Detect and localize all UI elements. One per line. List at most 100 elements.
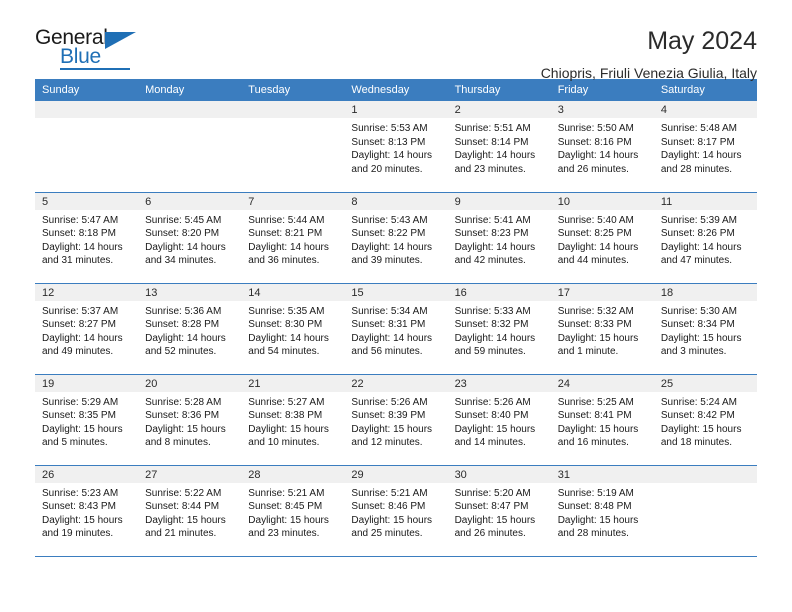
calendar-day-cell[interactable]: 16 Sunrise: 5:33 AM Sunset: 8:32 PM Dayligh…: [447, 283, 551, 375]
sunrise-time: Sunrise: 5:29 AM: [42, 396, 119, 408]
calendar-table: Sunday Monday Tuesday Wednesday Thursday…: [35, 79, 757, 557]
calendar-day-cell[interactable]: 29 Sunrise: 5:21 AM Sunset: 8:46 PM Dayligh…: [344, 465, 448, 557]
day-cell-inner: 22 Sunrise: 5:26 AM Sunset: 8:39 PM Dayligh…: [344, 374, 448, 465]
calendar-day-cell[interactable]: 9 Sunrise: 5:41 AM Sunset: 8:23 PM Daylight…: [447, 192, 551, 284]
day-cell-inner: 31 Sunrise: 5:19 AM Sunset: 8:48 PM Dayligh…: [550, 465, 654, 556]
day-number: 16: [447, 283, 551, 301]
calendar-day-cell[interactable]: 27 Sunrise: 5:22 AM Sunset: 8:44 PM Dayligh…: [138, 465, 242, 557]
day-info: Sunrise: 5:47 AM Sunset: 8:18 PM Daylight:…: [35, 210, 138, 268]
calendar-day-cell[interactable]: 7 Sunrise: 5:44 AM Sunset: 8:21 PM Daylight…: [241, 192, 345, 284]
day-number: [35, 101, 139, 118]
sunset-time: Sunset: 8:17 PM: [660, 136, 735, 148]
sunset-time: Sunset: 8:39 PM: [351, 410, 426, 422]
calendar-day-cell[interactable]: 20 Sunrise: 5:28 AM Sunset: 8:36 PM Dayligh…: [138, 374, 242, 466]
day-number: 27: [138, 465, 242, 483]
sunset-time: Sunset: 8:21 PM: [248, 228, 323, 240]
day-cell-inner: 14 Sunrise: 5:35 AM Sunset: 8:30 PM Dayligh…: [241, 283, 345, 374]
daylight-duration-line2: and 36 minutes.: [248, 255, 320, 267]
calendar-day-cell[interactable]: 24 Sunrise: 5:25 AM Sunset: 8:41 PM Dayligh…: [550, 374, 654, 466]
day-cell-inner: 12 Sunrise: 5:37 AM Sunset: 8:27 PM Dayligh…: [35, 283, 139, 374]
day-number: [138, 101, 242, 118]
daylight-duration-line1: Daylight: 14 hours: [42, 332, 123, 344]
calendar-day-cell[interactable]: 21 Sunrise: 5:27 AM Sunset: 8:38 PM Dayligh…: [241, 374, 345, 466]
calendar-day-cell[interactable]: 23 Sunrise: 5:26 AM Sunset: 8:40 PM Dayligh…: [447, 374, 551, 466]
daylight-duration-line2: and 19 minutes.: [42, 528, 114, 540]
daylight-duration-line1: Daylight: 14 hours: [660, 241, 742, 253]
sunrise-time: Sunrise: 5:25 AM: [557, 396, 634, 408]
day-info: Sunrise: 5:26 AM Sunset: 8:39 PM Daylight:…: [344, 392, 447, 450]
daylight-duration-line2: and 1 minute.: [557, 346, 619, 358]
calendar-cell-empty: [241, 101, 345, 193]
calendar-day-cell[interactable]: 17 Sunrise: 5:32 AM Sunset: 8:33 PM Dayligh…: [550, 283, 654, 375]
calendar-day-cell[interactable]: 1 Sunrise: 5:53 AM Sunset: 8:13 PM Daylight…: [344, 101, 448, 193]
day-cell-inner: [653, 465, 757, 556]
day-number: 18: [653, 283, 757, 301]
day-cell-inner: 20 Sunrise: 5:28 AM Sunset: 8:36 PM Dayligh…: [138, 374, 242, 465]
day-cell-inner: 3 Sunrise: 5:50 AM Sunset: 8:16 PM Daylight…: [550, 101, 654, 192]
sunset-time: Sunset: 8:22 PM: [351, 228, 426, 240]
day-number: 10: [550, 192, 654, 210]
calendar-day-cell[interactable]: 4 Sunrise: 5:48 AM Sunset: 8:17 PM Daylight…: [653, 101, 757, 193]
day-number: 12: [35, 283, 139, 301]
sunrise-time: Sunrise: 5:30 AM: [660, 305, 737, 317]
calendar-day-cell[interactable]: 8 Sunrise: 5:43 AM Sunset: 8:22 PM Daylight…: [344, 192, 448, 284]
daylight-duration-line2: and 28 minutes.: [557, 528, 629, 540]
day-info: Sunrise: 5:53 AM Sunset: 8:13 PM Daylight:…: [344, 118, 447, 176]
daylight-duration-line1: Daylight: 15 hours: [454, 423, 536, 435]
day-number: 25: [653, 374, 757, 392]
calendar-day-cell[interactable]: 30 Sunrise: 5:20 AM Sunset: 8:47 PM Dayligh…: [447, 465, 551, 557]
calendar-day-cell[interactable]: 10 Sunrise: 5:40 AM Sunset: 8:25 PM Dayligh…: [550, 192, 654, 284]
calendar-day-cell[interactable]: 15 Sunrise: 5:34 AM Sunset: 8:31 PM Dayligh…: [344, 283, 448, 375]
calendar-week-row: 19 Sunrise: 5:29 AM Sunset: 8:35 PM Dayligh…: [35, 374, 757, 466]
sunrise-time: Sunrise: 5:37 AM: [42, 305, 119, 317]
sunset-time: Sunset: 8:28 PM: [145, 319, 220, 331]
calendar-day-cell[interactable]: 26 Sunrise: 5:23 AM Sunset: 8:43 PM Dayligh…: [35, 465, 139, 557]
calendar-day-cell[interactable]: 28 Sunrise: 5:21 AM Sunset: 8:45 PM Dayligh…: [241, 465, 345, 557]
calendar-day-cell[interactable]: 18 Sunrise: 5:30 AM Sunset: 8:34 PM Dayligh…: [653, 283, 757, 375]
calendar-day-cell[interactable]: 22 Sunrise: 5:26 AM Sunset: 8:39 PM Dayligh…: [344, 374, 448, 466]
daylight-duration-line2: and 12 minutes.: [351, 437, 423, 449]
day-cell-inner: 30 Sunrise: 5:20 AM Sunset: 8:47 PM Dayligh…: [447, 465, 551, 556]
sunset-time: Sunset: 8:46 PM: [351, 501, 426, 513]
daylight-duration-line2: and 10 minutes.: [248, 437, 320, 449]
calendar-day-cell[interactable]: 31 Sunrise: 5:19 AM Sunset: 8:48 PM Dayligh…: [550, 465, 654, 557]
calendar-day-cell[interactable]: 13 Sunrise: 5:36 AM Sunset: 8:28 PM Dayligh…: [138, 283, 242, 375]
calendar-day-cell[interactable]: 2 Sunrise: 5:51 AM Sunset: 8:14 PM Daylight…: [447, 101, 551, 193]
day-cell-inner: 18 Sunrise: 5:30 AM Sunset: 8:34 PM Dayligh…: [653, 283, 757, 374]
sunset-time: Sunset: 8:18 PM: [42, 228, 116, 240]
sunset-time: Sunset: 8:31 PM: [351, 319, 426, 331]
calendar-day-cell[interactable]: 11 Sunrise: 5:39 AM Sunset: 8:26 PM Dayligh…: [653, 192, 757, 284]
calendar-day-cell[interactable]: 19 Sunrise: 5:29 AM Sunset: 8:35 PM Dayligh…: [35, 374, 139, 466]
daylight-duration-line1: Daylight: 15 hours: [42, 514, 123, 526]
calendar-day-cell[interactable]: 6 Sunrise: 5:45 AM Sunset: 8:20 PM Daylight…: [138, 192, 242, 284]
daylight-duration-line1: Daylight: 15 hours: [557, 514, 639, 526]
calendar-week-row: 5 Sunrise: 5:47 AM Sunset: 8:18 PM Daylight…: [35, 192, 757, 284]
daylight-duration-line2: and 28 minutes.: [660, 163, 733, 175]
daylight-duration-line1: Daylight: 15 hours: [42, 423, 123, 435]
calendar-day-cell[interactable]: 12 Sunrise: 5:37 AM Sunset: 8:27 PM Dayligh…: [35, 283, 139, 375]
daylight-duration-line2: and 52 minutes.: [145, 346, 217, 358]
sunset-time: Sunset: 8:36 PM: [145, 410, 220, 422]
calendar-day-cell[interactable]: 25 Sunrise: 5:24 AM Sunset: 8:42 PM Dayligh…: [653, 374, 757, 466]
calendar-day-cell[interactable]: 5 Sunrise: 5:47 AM Sunset: 8:18 PM Daylight…: [35, 192, 139, 284]
sunrise-time: Sunrise: 5:21 AM: [351, 487, 428, 499]
day-number: [241, 101, 345, 118]
daylight-duration-line1: Daylight: 14 hours: [557, 241, 639, 253]
sunrise-time: Sunrise: 5:32 AM: [557, 305, 634, 317]
calendar-day-cell[interactable]: 3 Sunrise: 5:50 AM Sunset: 8:16 PM Daylight…: [550, 101, 654, 193]
day-number: 31: [550, 465, 654, 483]
sunrise-time: Sunrise: 5:24 AM: [660, 396, 737, 408]
sunset-time: Sunset: 8:26 PM: [660, 228, 735, 240]
page-header: General Blue May 2024 Chiopris, Friuli V…: [35, 0, 757, 81]
daylight-duration-line2: and 23 minutes.: [248, 528, 320, 540]
sunrise-time: Sunrise: 5:21 AM: [248, 487, 325, 499]
day-info: Sunrise: 5:50 AM Sunset: 8:16 PM Daylight:…: [551, 118, 654, 176]
calendar-day-cell[interactable]: 14 Sunrise: 5:35 AM Sunset: 8:30 PM Dayligh…: [241, 283, 345, 375]
general-blue-logo[interactable]: General Blue: [35, 26, 155, 72]
day-cell-inner: 25 Sunrise: 5:24 AM Sunset: 8:42 PM Dayligh…: [653, 374, 757, 465]
day-number: 19: [35, 374, 139, 392]
day-cell-inner: 1 Sunrise: 5:53 AM Sunset: 8:13 PM Daylight…: [344, 101, 448, 192]
sunrise-time: Sunrise: 5:40 AM: [557, 214, 634, 226]
day-number: 13: [138, 283, 242, 301]
day-cell-inner: 26 Sunrise: 5:23 AM Sunset: 8:43 PM Dayligh…: [35, 465, 139, 556]
